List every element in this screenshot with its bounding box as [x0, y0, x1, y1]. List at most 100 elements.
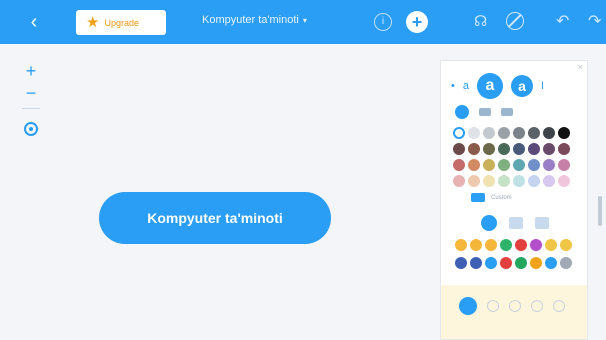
share-button[interactable]: ☊ [474, 12, 487, 30]
map-title: Kompyuter ta'minoti [202, 14, 299, 26]
color-swatch-selected[interactable] [453, 127, 465, 139]
color-swatch[interactable] [483, 143, 495, 155]
emoji-icon[interactable] [545, 239, 557, 251]
upgrade-button[interactable]: ★ Upgrade [76, 10, 166, 35]
custom-color-row[interactable]: Custom [471, 193, 512, 202]
top-toolbar: ‹ ★ Upgrade Kompyuter ta'minoti ▾ i + ☊ ↶… [0, 0, 606, 44]
style-panel: × • a a a I Custom [440, 60, 588, 340]
tab-icons[interactable] [481, 215, 497, 231]
shape-option-selected[interactable] [455, 105, 469, 119]
footer-option[interactable] [553, 300, 565, 312]
color-swatch[interactable] [453, 159, 465, 171]
font-option-selected[interactable]: a [476, 73, 503, 99]
zoom-out-button[interactable]: − [18, 82, 44, 104]
color-swatch[interactable] [513, 175, 525, 187]
emoji-icon[interactable] [545, 257, 557, 269]
chevron-left-icon: ‹ [30, 11, 38, 33]
redo-icon: ↷ [588, 13, 602, 30]
undo-button[interactable]: ↶ [556, 11, 569, 31]
font-option[interactable]: a [510, 75, 533, 97]
color-swatch[interactable] [483, 159, 495, 171]
mindmap-app: ‹ ★ Upgrade Kompyuter ta'minoti ▾ i + ☊ ↶… [0, 0, 606, 340]
shape-option[interactable] [501, 108, 513, 116]
color-swatch[interactable] [558, 175, 570, 187]
color-swatch[interactable] [468, 127, 480, 139]
scrollbar[interactable] [598, 196, 602, 226]
color-swatch[interactable] [543, 159, 555, 171]
emoji-icon[interactable] [485, 257, 497, 269]
color-swatch[interactable] [543, 175, 555, 187]
emoji-icon[interactable] [470, 257, 482, 269]
footer-options [459, 297, 565, 315]
close-icon[interactable]: × [578, 62, 583, 72]
color-swatch[interactable] [498, 143, 510, 155]
shape-option[interactable] [479, 108, 491, 116]
font-option[interactable]: a [463, 80, 469, 92]
font-style-row: • a a a I [451, 73, 581, 99]
color-swatch[interactable] [498, 127, 510, 139]
color-swatch[interactable] [543, 127, 555, 139]
footer-option-selected[interactable] [459, 297, 477, 315]
tab-images[interactable] [509, 217, 523, 229]
share-icon: ☊ [474, 13, 488, 30]
font-option[interactable]: I [541, 80, 544, 92]
color-swatch[interactable] [558, 127, 570, 139]
emoji-icon[interactable] [515, 257, 527, 269]
shape-row [455, 105, 513, 119]
emoji-icon[interactable] [500, 239, 512, 251]
root-node[interactable]: Kompyuter ta'minoti [99, 192, 331, 244]
color-swatch[interactable] [468, 143, 480, 155]
chevron-down-icon: ▾ [302, 16, 307, 25]
color-swatch[interactable] [483, 127, 495, 139]
color-swatch[interactable] [513, 143, 525, 155]
color-swatch[interactable] [468, 159, 480, 171]
map-title-dropdown[interactable]: Kompyuter ta'minoti ▾ [202, 14, 307, 26]
color-swatch[interactable] [453, 143, 465, 155]
color-swatch[interactable] [528, 127, 540, 139]
color-swatch[interactable] [528, 175, 540, 187]
emoji-icon[interactable] [470, 239, 482, 251]
color-swatch[interactable] [558, 159, 570, 171]
emoji-icon[interactable] [560, 257, 572, 269]
custom-color-label: Custom [491, 194, 512, 201]
custom-color-chip [471, 193, 485, 202]
footer-option[interactable] [509, 300, 521, 312]
emoji-icon[interactable] [530, 239, 542, 251]
color-swatch[interactable] [528, 159, 540, 171]
center-view-button[interactable] [24, 122, 38, 136]
emoji-icon[interactable] [455, 257, 467, 269]
color-swatch[interactable] [483, 175, 495, 187]
color-swatch[interactable] [498, 175, 510, 187]
info-button[interactable]: i [374, 13, 392, 31]
color-swatch[interactable] [513, 127, 525, 139]
zoom-in-button[interactable]: + [18, 60, 44, 82]
emoji-grid [455, 239, 579, 269]
panel-footer [441, 285, 587, 339]
star-icon: ★ [86, 14, 100, 31]
redo-button[interactable]: ↷ [588, 11, 601, 31]
upgrade-label: Upgrade [104, 17, 139, 28]
add-node-button[interactable]: + [406, 11, 428, 33]
footer-option[interactable] [531, 300, 543, 312]
font-option[interactable]: • [451, 80, 455, 92]
emoji-icon[interactable] [515, 239, 527, 251]
color-swatch[interactable] [528, 143, 540, 155]
tab-stickers[interactable] [535, 217, 549, 229]
color-swatch[interactable] [453, 175, 465, 187]
block-button[interactable] [506, 12, 524, 30]
color-swatch[interactable] [513, 159, 525, 171]
color-swatch[interactable] [558, 143, 570, 155]
divider [22, 108, 40, 109]
emoji-icon[interactable] [485, 239, 497, 251]
color-swatch[interactable] [498, 159, 510, 171]
icon-tabs [481, 215, 549, 231]
undo-icon: ↶ [556, 13, 570, 30]
color-swatch[interactable] [543, 143, 555, 155]
emoji-icon[interactable] [530, 257, 542, 269]
back-button[interactable]: ‹ [22, 10, 46, 34]
footer-option[interactable] [487, 300, 499, 312]
emoji-icon[interactable] [560, 239, 572, 251]
color-swatch[interactable] [468, 175, 480, 187]
emoji-icon[interactable] [455, 239, 467, 251]
emoji-icon[interactable] [500, 257, 512, 269]
